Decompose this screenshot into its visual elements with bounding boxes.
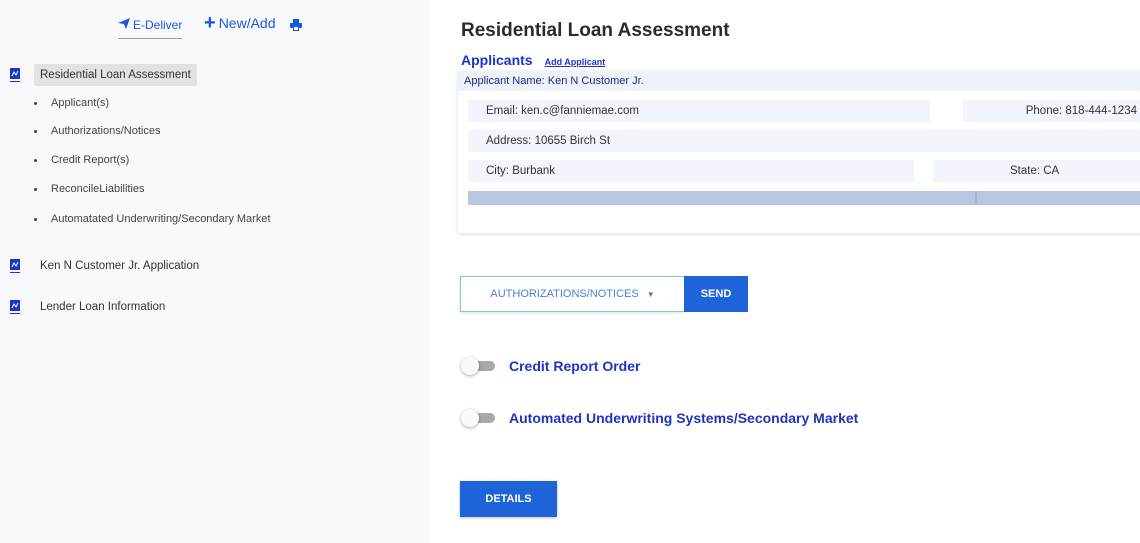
caret-down-icon: ▼ bbox=[646, 289, 655, 299]
applicant-card: Applicant Name: Ken N Customer Jr. Email… bbox=[458, 71, 1140, 233]
credit-report-order-label: Credit Report Order bbox=[509, 358, 641, 374]
applicant-address: Address: 10655 Birch St bbox=[468, 130, 1140, 152]
main-panel: Residential Loan Assessment Applicants A… bbox=[430, 0, 1140, 543]
automated-underwriting-toggle[interactable] bbox=[461, 409, 496, 427]
applicant-name: Applicant Name: Ken N Customer Jr. bbox=[458, 71, 1140, 91]
tree-subitem-label: Automatated Underwriting/Secondary Marke… bbox=[51, 213, 271, 225]
applicant-city: City: Burbank bbox=[468, 160, 914, 182]
pdf-document-icon bbox=[10, 259, 20, 273]
new-add-label: New/Add bbox=[218, 15, 276, 31]
authorizations-split-button: AUTHORIZATIONS/NOTICES ▼ SEND bbox=[460, 276, 748, 312]
paper-plane-icon bbox=[118, 18, 130, 32]
tree-subitem-authorizations-notices[interactable]: Authorizations/Notices bbox=[34, 125, 160, 137]
e-deliver-label: E-Deliver bbox=[133, 18, 183, 32]
tree-node-ken-application[interactable]: Ken N Customer Jr. Application bbox=[10, 255, 205, 277]
sidebar: E-Deliver + New/Add Residential Loan Ass… bbox=[0, 0, 430, 543]
applicant-state: State: CA bbox=[933, 160, 1140, 182]
credit-report-order-toggle[interactable] bbox=[461, 357, 496, 375]
pdf-document-icon bbox=[10, 68, 20, 82]
tree-subitem-label: Credit Report(s) bbox=[51, 154, 130, 166]
dropdown-label: AUTHORIZATIONS/NOTICES bbox=[490, 288, 639, 300]
tree-node-label: Residential Loan Assessment bbox=[34, 64, 197, 86]
tree-subitem-label: Authorizations/Notices bbox=[51, 125, 161, 137]
e-deliver-button[interactable]: E-Deliver bbox=[118, 18, 183, 39]
send-button[interactable]: SEND bbox=[684, 276, 748, 312]
authorizations-notices-dropdown[interactable]: AUTHORIZATIONS/NOTICES ▼ bbox=[460, 276, 684, 312]
print-button[interactable] bbox=[290, 18, 302, 36]
tree-subitem-label: Applicant(s) bbox=[51, 97, 110, 109]
tree-subitem-reconcile-liabilities[interactable]: ReconcileLiabilities bbox=[34, 183, 145, 195]
applicant-phone: Phone: 818-444-1234 bbox=[963, 100, 1140, 122]
sidebar-toolbar: E-Deliver + New/Add bbox=[0, 12, 430, 48]
tree-subitem-automated-underwriting[interactable]: Automatated Underwriting/Secondary Marke… bbox=[34, 213, 271, 225]
details-button[interactable]: DETAILS bbox=[460, 481, 557, 517]
plus-icon: + bbox=[204, 12, 216, 34]
tree-subitem-label: ReconcileLiabilities bbox=[51, 183, 145, 195]
page-title: Residential Loan Assessment bbox=[461, 20, 730, 41]
tree-node-residential-loan-assessment[interactable]: Residential Loan Assessment bbox=[10, 64, 197, 86]
tree-subitem-applicants[interactable]: Applicant(s) bbox=[34, 97, 109, 109]
automated-underwriting-row: Automated Underwriting Systems/Secondary… bbox=[461, 409, 859, 427]
horizontal-scrollbar[interactable] bbox=[468, 191, 1140, 205]
tree-subitem-credit-reports[interactable]: Credit Report(s) bbox=[34, 154, 129, 166]
applicants-header: Applicants Add Applicant bbox=[461, 52, 605, 68]
printer-icon bbox=[290, 18, 302, 36]
applicant-email: Email: ken.c@fanniemae.com bbox=[468, 100, 930, 122]
add-applicant-link[interactable]: Add Applicant bbox=[545, 57, 606, 67]
automated-underwriting-label: Automated Underwriting Systems/Secondary… bbox=[509, 410, 859, 426]
pdf-document-icon bbox=[10, 300, 20, 314]
tree-node-label: Ken N Customer Jr. Application bbox=[40, 260, 200, 272]
credit-report-order-row: Credit Report Order bbox=[461, 357, 641, 375]
tree-node-label: Lender Loan Information bbox=[40, 301, 166, 313]
tree-node-lender-loan-information[interactable]: Lender Loan Information bbox=[10, 296, 171, 318]
new-add-button[interactable]: + New/Add bbox=[204, 12, 276, 34]
applicants-title: Applicants bbox=[461, 52, 533, 68]
